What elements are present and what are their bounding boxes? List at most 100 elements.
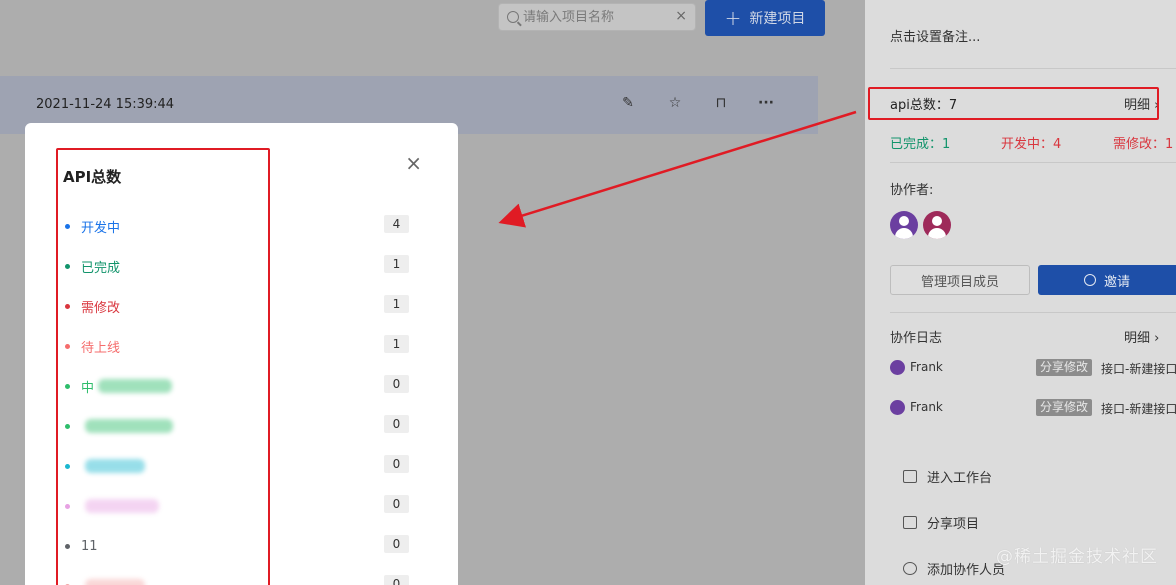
- project-detail-panel: 点击设置备注... api总数：7 明细 › 已完成：1 开发中：4 需修改：1…: [865, 0, 1176, 585]
- new-project-button[interactable]: + 新建项目: [705, 0, 825, 36]
- collaborators-title: 协作者:: [890, 183, 934, 198]
- status-item: 0: [65, 446, 415, 486]
- project-list-area: × + 新建项目 2021-11-24 15:39:44 ✎ ☆ ⊓ ··· ×…: [0, 0, 865, 585]
- status-needs-change: 需修改：1: [1113, 137, 1174, 152]
- star-icon[interactable]: ☆: [665, 95, 685, 115]
- project-timestamp: 2021-11-24 15:39:44: [36, 97, 175, 112]
- blurred-label: [98, 379, 173, 393]
- status-count-badge: 1: [384, 295, 409, 313]
- status-dot-icon: [65, 383, 70, 389]
- watermark: @稀土掘金技术社区: [996, 547, 1158, 567]
- enter-workbench-action[interactable]: 进入工作台: [903, 467, 992, 486]
- status-label: 需修改: [81, 300, 121, 316]
- log-user: Frank: [910, 360, 943, 374]
- modal-title: API总数: [63, 168, 122, 186]
- status-item: 0: [65, 406, 415, 446]
- status-dot-icon: [65, 223, 70, 229]
- log-tag: 分享修改: [1036, 359, 1093, 376]
- more-icon[interactable]: ···: [756, 95, 776, 115]
- blurred-label: [85, 419, 173, 433]
- plus-icon: +: [724, 6, 742, 30]
- manage-members-label: 管理项目成员: [920, 274, 999, 290]
- share-icon: [903, 516, 917, 529]
- add-collaborator-label: 添加协作人员: [927, 563, 1006, 578]
- status-done: 已完成：1: [890, 137, 951, 152]
- log-detail-label: 明细: [1124, 331, 1151, 346]
- avatar: [890, 360, 905, 375]
- search-box[interactable]: ×: [498, 3, 696, 31]
- status-count-badge: 1: [384, 335, 409, 353]
- status-list: 开发中 4 已完成 1 需修改 1 待上线 1 中 0 0 0 0 11 0 0: [65, 206, 415, 585]
- api-detail-label: 明细: [1124, 98, 1151, 113]
- avatar[interactable]: [923, 211, 951, 239]
- blurred-label: [85, 579, 145, 585]
- user-icon: [1083, 274, 1096, 286]
- status-dot-icon: [65, 303, 70, 309]
- add-collaborator-action[interactable]: 添加协作人员: [903, 559, 1005, 578]
- blurred-label: [85, 459, 145, 473]
- avatar: [890, 400, 905, 415]
- status-item: 需修改 1: [65, 286, 415, 326]
- log-detail-link[interactable]: 明细 ›: [1124, 327, 1159, 346]
- log-target[interactable]: 接口-新建接口: [1101, 360, 1176, 377]
- status-item: 11 0: [65, 526, 415, 566]
- manage-members-button[interactable]: 管理项目成员: [890, 265, 1030, 295]
- api-total-modal: × API总数 开发中 4 已完成 1 需修改 1 待上线 1 中 0 0 0 0 11 0 0: [25, 123, 458, 585]
- status-count-badge: 1: [384, 255, 409, 273]
- clear-icon[interactable]: ×: [675, 8, 687, 24]
- status-label: 11: [81, 538, 98, 554]
- search-input[interactable]: [523, 7, 673, 27]
- status-dot-icon: [65, 263, 70, 269]
- status-count-badge: 0: [384, 415, 409, 433]
- divider: [890, 68, 1176, 69]
- status-count-badge: 0: [384, 535, 409, 553]
- divider: [890, 312, 1176, 313]
- log-target[interactable]: 接口-新建接口: [1101, 400, 1176, 417]
- chevron-right-icon: ›: [1154, 98, 1160, 113]
- search-icon: [507, 11, 519, 23]
- status-developing: 开发中：4: [1001, 137, 1062, 152]
- chevron-right-icon: ›: [1154, 331, 1160, 346]
- status-item: 开发中 4: [65, 206, 415, 246]
- invite-label: 邀请: [1103, 274, 1130, 290]
- api-detail-link[interactable]: 明细 ›: [1124, 94, 1159, 113]
- divider: [890, 162, 1176, 163]
- close-icon[interactable]: ×: [405, 153, 422, 173]
- log-row: Frank 分享修改 接口-新建接口: [890, 358, 1176, 378]
- status-item: 待上线 1: [65, 326, 415, 366]
- blurred-label: [85, 499, 159, 513]
- status-label: 已完成: [81, 260, 121, 276]
- collab-log-title: 协作日志: [890, 331, 943, 346]
- project-note[interactable]: 点击设置备注...: [890, 26, 980, 45]
- status-dot-icon: [65, 423, 70, 429]
- status-item: 0: [65, 486, 415, 526]
- api-total-count: api总数：7: [890, 98, 958, 113]
- log-row: Frank 分享修改 接口-新建接口: [890, 398, 1176, 418]
- status-count-badge: 0: [384, 495, 409, 513]
- invite-button[interactable]: 邀请: [1038, 265, 1176, 295]
- status-dot-icon: [65, 503, 70, 509]
- status-count-badge: 4: [384, 215, 409, 233]
- status-dot-icon: [65, 463, 70, 469]
- status-label: 待上线: [81, 340, 121, 356]
- status-count-badge: 0: [384, 455, 409, 473]
- edit-icon[interactable]: ✎: [618, 95, 638, 115]
- share-project-action[interactable]: 分享项目: [903, 513, 979, 532]
- share-project-label: 分享项目: [927, 517, 980, 532]
- status-item: 0: [65, 566, 415, 585]
- status-item: 中0: [65, 366, 415, 406]
- avatar[interactable]: [890, 211, 918, 239]
- enter-workbench-label: 进入工作台: [927, 471, 993, 486]
- status-label: 开发中: [81, 220, 121, 236]
- status-dot-icon: [65, 543, 70, 549]
- lock-icon[interactable]: ⊓: [711, 95, 731, 115]
- status-label: 中: [81, 380, 95, 396]
- status-count-badge: 0: [384, 375, 409, 393]
- status-count-badge: 0: [384, 575, 409, 585]
- add-user-icon: [903, 562, 917, 575]
- log-tag: 分享修改: [1036, 399, 1093, 416]
- status-item: 已完成 1: [65, 246, 415, 286]
- log-user: Frank: [910, 400, 943, 414]
- new-project-label: 新建项目: [749, 11, 806, 27]
- terminal-icon: [903, 470, 917, 483]
